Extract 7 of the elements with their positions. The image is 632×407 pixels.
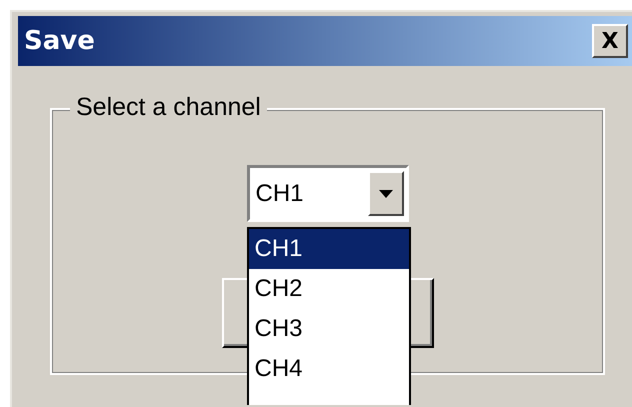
combobox-value: CH1 [256, 180, 304, 208]
close-button[interactable]: X [592, 24, 628, 58]
channel-combobox[interactable]: CH1 [246, 165, 408, 222]
dropdown-option[interactable]: CH1 [248, 229, 408, 269]
dropdown-button[interactable] [368, 171, 404, 216]
window-title: Save [24, 26, 95, 56]
caret-icon [378, 190, 392, 198]
